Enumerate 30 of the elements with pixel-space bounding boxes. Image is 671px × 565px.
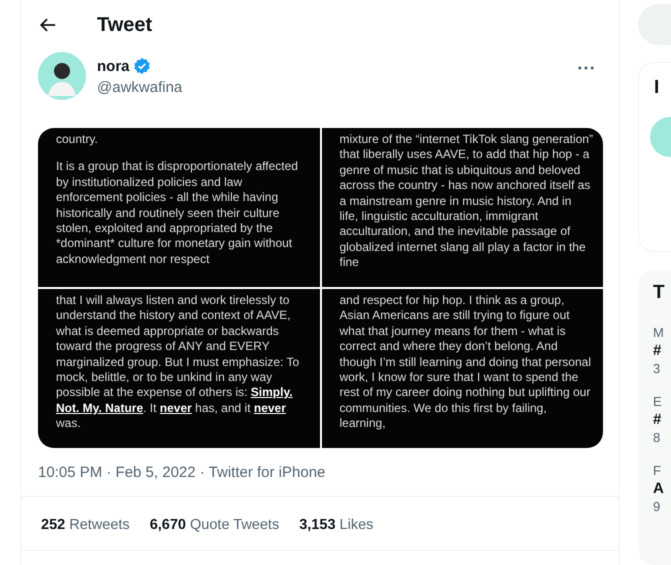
display-name[interactable]: nora (97, 58, 130, 74)
image-panel[interactable] (38, 128, 320, 287)
more-options-icon[interactable] (578, 66, 594, 70)
note-text: that I will always listen and work tirelessly to understand the history and context of AAVE, what is deemed appropriate or backwards toward the progress of ANY and EVERY marginalized group. But I must emphasize: To mock, belittle, or to be unkind in any way possible at the expense of others is: Simply. Not. My. Nature. It never has, and it never was. (56, 293, 300, 432)
trends-heading: T (653, 282, 665, 304)
trend-name[interactable]: A (653, 478, 664, 498)
back-arrow-icon[interactable] (39, 16, 57, 34)
user-handle[interactable]: @awkwafina (97, 79, 182, 96)
stat-link[interactable]: 6,670 Quote Tweets (150, 517, 280, 533)
note-text: mixture of the “internet TikTok slang generation” that liberally uses AAVE, to add that hip hop - a genre of music that is ubiquitous and beloved across the country - has now anchored itself as a mainstream genre in music history. And in life, linguistic acculturation, immigrant acculturation, and the inevitable passage of globalized internet slang all play a factor in the fine (340, 132, 593, 271)
card-heading: I (654, 77, 660, 100)
image-panel[interactable] (38, 289, 320, 448)
trend-count: 9 (653, 498, 662, 515)
trend-context: E (653, 392, 662, 410)
trend-count: 3 (653, 360, 662, 377)
image-panel[interactable] (322, 289, 603, 448)
stat-link[interactable]: 252 Retweets (41, 517, 130, 533)
page-title: Tweet (97, 14, 152, 36)
trend-count: 8 (653, 428, 662, 446)
note-text: country. (56, 132, 99, 148)
avatar[interactable] (38, 52, 86, 100)
tweet-timestamp[interactable]: 10:05 PM · Feb 5, 2022 · Twitter for iPhone (21, 448, 619, 497)
trend-context: M (653, 324, 664, 341)
trend-name[interactable]: # (653, 340, 664, 360)
stat-link[interactable]: 3,153 Likes (299, 517, 374, 533)
image-panel[interactable] (322, 128, 603, 287)
note-text: It is a group that is disproportionately affected by institutionalized policies and law enforcement policies - all the while having historically and routinely seen their culture stolen, exploited and appropriated by the *dominant* culture for monetary gain without acknowledgment nor respect (56, 159, 299, 268)
note-text: and respect for hip hop. I think as a group, Asian Americans are still trying to figure out what that journey means for them - what is correct and where they don’t belong. And though I’m still learning and doing that personal work, I know for sure that I want to spend the rest of my career doing nothing but uplifting our communities. We do this first by failing, learning, (340, 293, 592, 432)
trend-context: F (653, 462, 662, 479)
trend-name[interactable]: # (653, 410, 662, 429)
